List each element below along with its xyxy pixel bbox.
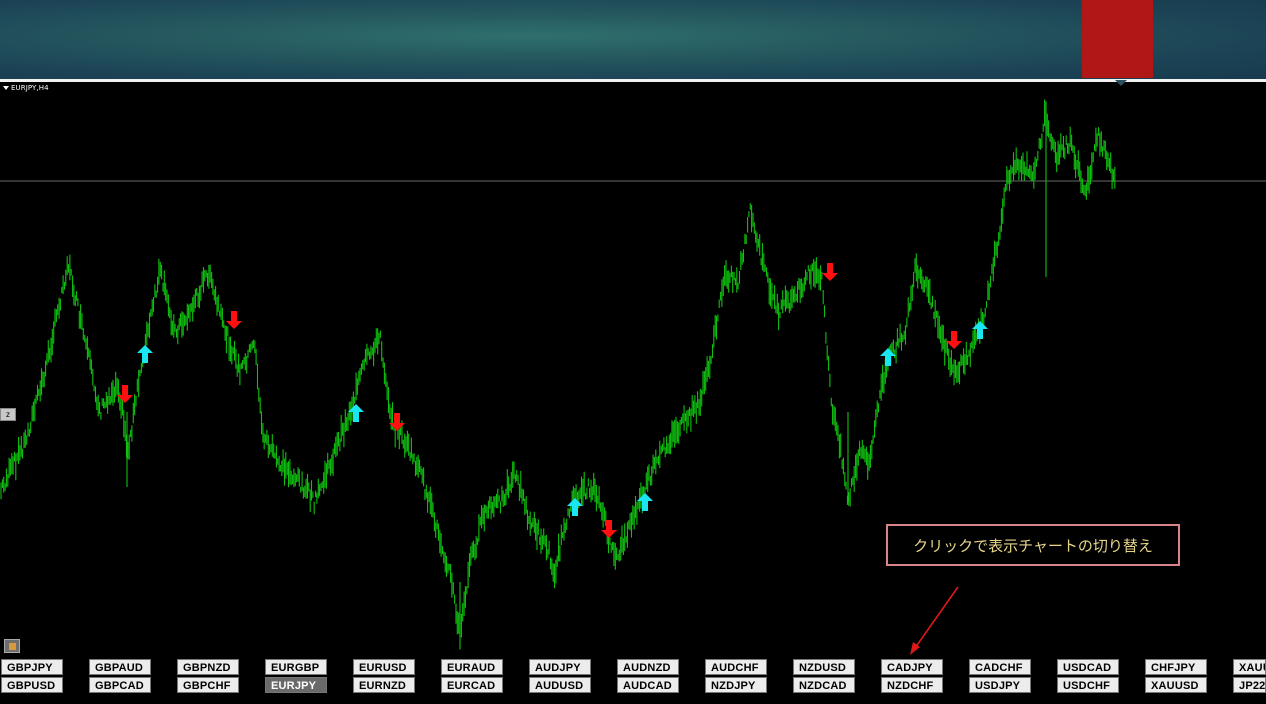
chart-corner-button[interactable] <box>4 639 20 653</box>
symbol-button-eurgbp[interactable]: EURGBP <box>265 659 327 675</box>
symbol-button-gbpjpy[interactable]: GBPJPY <box>1 659 63 675</box>
symbol-button-nzdcad[interactable]: NZDCAD <box>793 677 855 693</box>
symbol-button-gbpchf[interactable]: GBPCHF <box>177 677 239 693</box>
symbol-button-eurnzd[interactable]: EURNZD <box>353 677 415 693</box>
symbol-button-usdcad[interactable]: USDCAD <box>1057 659 1119 675</box>
symbol-row-1: GBPJPY GBPAUD GBPNZD EURGBP EURUSD EURAUD AUDJ… <box>0 659 1266 677</box>
square-icon <box>8 643 16 650</box>
symbol-button-xauusd[interactable]: XAUUSD <box>1145 677 1207 693</box>
chart-title: EURJPY,H4 <box>3 84 49 92</box>
symbol-button-eurusd[interactable]: EURUSD <box>353 659 415 675</box>
top-banner <box>0 0 1266 80</box>
red-banner-block <box>1082 0 1153 78</box>
symbol-button-eurjpy[interactable]: EURJPY <box>265 677 327 693</box>
symbol-button-audjpy[interactable]: AUDJPY <box>529 659 591 675</box>
symbol-button-jp225[interactable]: JP225 <box>1233 677 1266 693</box>
symbol-button-gbpcad[interactable]: GBPCAD <box>89 677 151 693</box>
symbol-button-usdchf[interactable]: USDCHF <box>1057 677 1119 693</box>
price-chart-window[interactable]: EURJPY,H4 z クリックで表示チャートの切り替え <box>0 82 1266 657</box>
symbol-row-2: GBPUSD GBPCAD GBPCHF EURJPY EURNZD EURCAD AUDU… <box>0 677 1266 695</box>
symbol-button-nzdjpy[interactable]: NZDJPY <box>705 677 767 693</box>
symbol-button-cadchf[interactable]: CADCHF <box>969 659 1031 675</box>
annotation-pointer-line <box>914 586 959 649</box>
banner-pointer-icon <box>1115 80 1127 86</box>
price-chart-canvas <box>0 99 1266 655</box>
symbol-button-gbpnzd[interactable]: GBPNZD <box>177 659 239 675</box>
chart-symbol-label: EURJPY,H4 <box>11 84 49 92</box>
annotation-callout: クリックで表示チャートの切り替え <box>886 524 1180 566</box>
symbol-button-chfjpy[interactable]: CHFJPY <box>1145 659 1207 675</box>
symbol-button-eurcad[interactable]: EURCAD <box>441 677 503 693</box>
symbol-button-audcad[interactable]: AUDCAD <box>617 677 679 693</box>
symbol-button-usdjpy[interactable]: USDJPY <box>969 677 1031 693</box>
dropdown-triangle-icon[interactable] <box>3 86 9 90</box>
symbol-button-audusd[interactable]: AUDUSD <box>529 677 591 693</box>
candlestick-series <box>0 99 1116 650</box>
symbol-button-gbpaud[interactable]: GBPAUD <box>89 659 151 675</box>
symbol-button-audnzd[interactable]: AUDNZD <box>617 659 679 675</box>
chart-side-toggle-button[interactable]: z <box>0 408 16 421</box>
sell-signal-arrow-icon <box>946 331 962 349</box>
symbol-button-audchf[interactable]: AUDCHF <box>705 659 767 675</box>
symbol-button-cadjpy[interactable]: CADJPY <box>881 659 943 675</box>
symbol-button-gbpusd[interactable]: GBPUSD <box>1 677 63 693</box>
symbol-button-xauusd[interactable]: XAUUSD <box>1233 659 1266 675</box>
buy-signal-arrow-icon <box>137 345 153 363</box>
sell-signal-arrow-icon <box>226 311 242 329</box>
symbol-button-bar: GBPJPY GBPAUD GBPNZD EURGBP EURUSD EURAUD AUDJ… <box>0 657 1266 704</box>
symbol-button-nzdchf[interactable]: NZDCHF <box>881 677 943 693</box>
symbol-button-euraud[interactable]: EURAUD <box>441 659 503 675</box>
sell-signal-arrow-icon <box>822 263 838 281</box>
symbol-button-nzdusd[interactable]: NZDUSD <box>793 659 855 675</box>
